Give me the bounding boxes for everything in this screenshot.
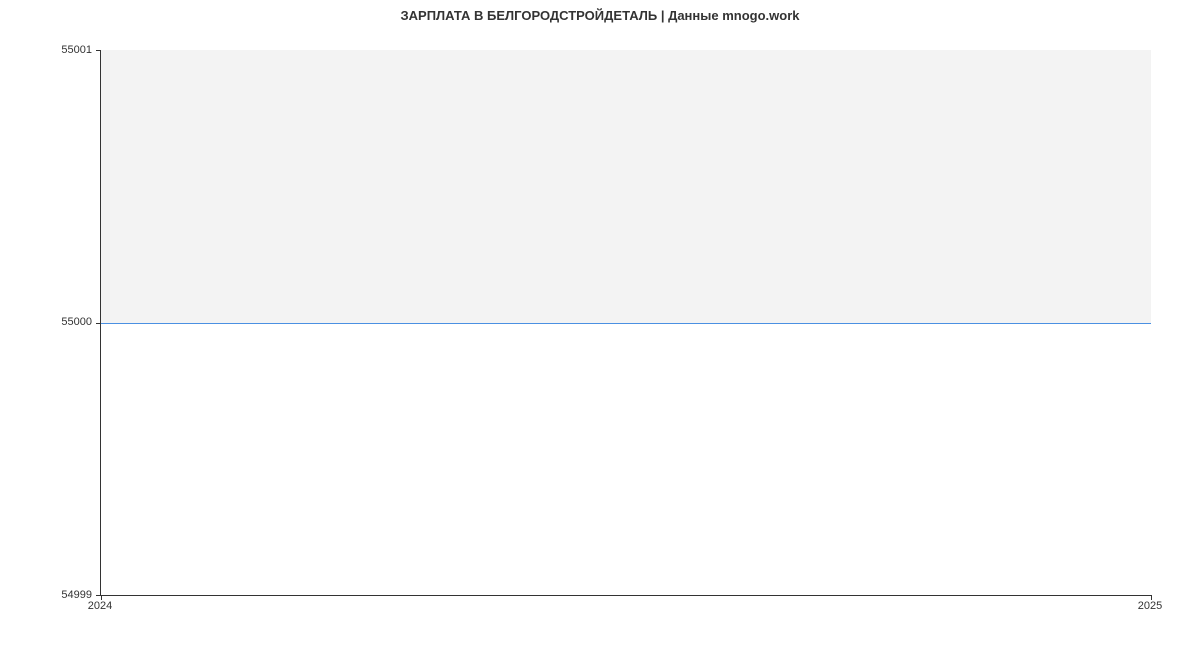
x-tick-label: 2025 xyxy=(1138,600,1162,612)
y-tick-label: 55001 xyxy=(61,44,92,56)
chart-plot-area xyxy=(100,50,1151,596)
data-line xyxy=(101,323,1151,324)
y-tick-label: 55000 xyxy=(61,316,92,328)
chart-title: ЗАРПЛАТА В БЕЛГОРОДСТРОЙДЕТАЛЬ | Данные … xyxy=(0,0,1200,23)
x-tick-label: 2024 xyxy=(88,600,112,612)
area-fill xyxy=(101,50,1151,323)
